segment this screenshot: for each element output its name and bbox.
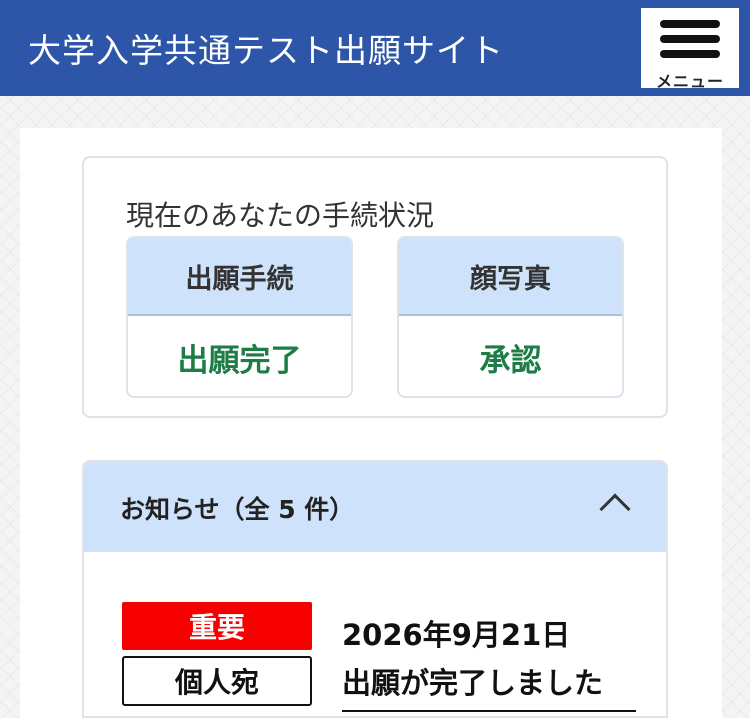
status-card: 現在のあなたの手続状況 出願手続 出願完了 顔写真 承認 bbox=[82, 156, 668, 418]
status-value: 出願完了 bbox=[177, 342, 302, 379]
menu-label: メニュー bbox=[655, 72, 724, 91]
status-label: 出願手続 bbox=[128, 238, 351, 316]
menu-bar-line bbox=[660, 20, 720, 28]
important-badge: 重要 bbox=[122, 602, 312, 650]
chevron-up-icon[interactable] bbox=[599, 493, 631, 525]
personal-badge: 個人宛 bbox=[122, 656, 312, 706]
app-header: 大学入学共通テスト出願サイト メニュー bbox=[0, 0, 750, 96]
notice-accordion-header[interactable]: お知らせ（全 5 件） bbox=[84, 462, 666, 552]
notice-link[interactable]: 出願が完了しました bbox=[342, 660, 636, 712]
menu-bar-line bbox=[660, 35, 720, 43]
menu-button[interactable]: メニュー bbox=[641, 8, 739, 91]
status-box-photo: 顔写真 承認 bbox=[397, 236, 624, 398]
status-value: 承認 bbox=[479, 342, 542, 379]
status-heading: 現在のあなたの手続状況 bbox=[126, 199, 435, 232]
notice-date: 2026年9月21日 bbox=[342, 618, 571, 652]
menu-bar-line bbox=[660, 50, 720, 58]
notice-card: お知らせ（全 5 件） 重要 個人宛 2026年9月21日 出願が完了しました bbox=[82, 460, 668, 718]
notice-title: お知らせ（全 5 件） bbox=[120, 495, 355, 524]
site-title: 大学入学共通テスト出願サイト bbox=[28, 31, 504, 70]
status-label: 顔写真 bbox=[399, 238, 622, 316]
status-box-application: 出願手続 出願完了 bbox=[126, 236, 353, 398]
